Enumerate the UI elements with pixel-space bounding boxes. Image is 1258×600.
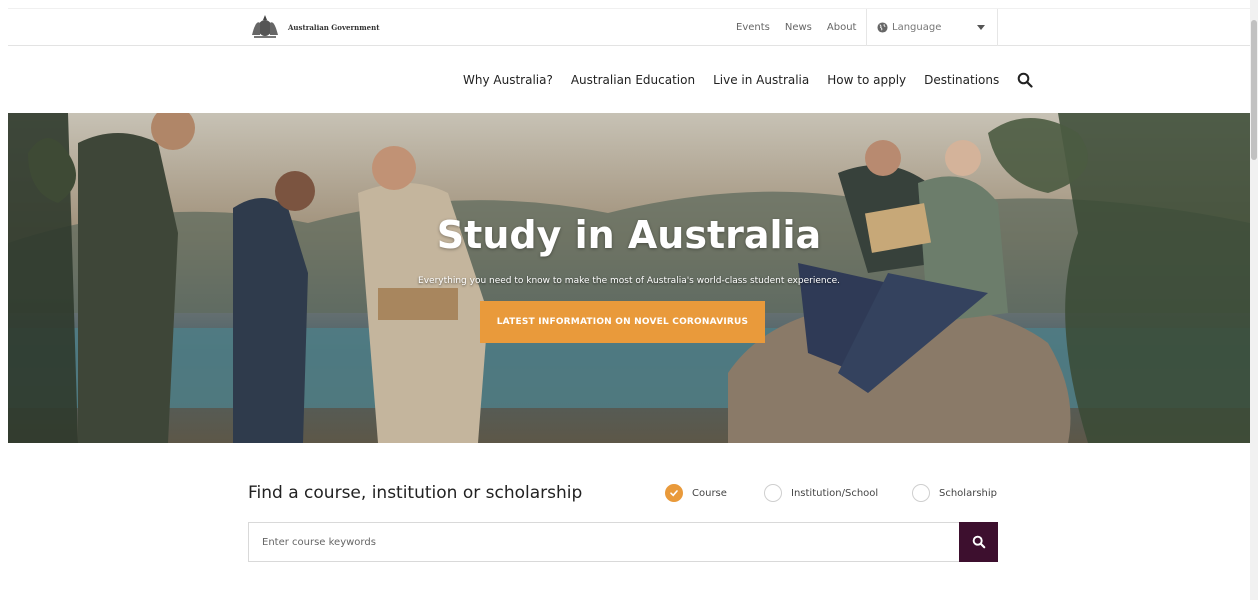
search-submit-button[interactable] bbox=[959, 522, 998, 562]
events-link[interactable]: Events bbox=[736, 22, 770, 33]
institution-radio[interactable]: Institution/School bbox=[764, 484, 878, 502]
check-icon bbox=[670, 490, 678, 497]
hero-subtitle: Everything you need to know to make the … bbox=[418, 276, 840, 286]
australian-government-logo[interactable]: Australian Government bbox=[248, 13, 379, 41]
radio-unchecked-indicator[interactable] bbox=[912, 484, 930, 502]
search-icon bbox=[972, 535, 985, 549]
hero-title: Study in Australia bbox=[436, 213, 822, 257]
chevron-down-icon bbox=[977, 25, 985, 30]
about-link[interactable]: About bbox=[827, 22, 857, 33]
course-radio-label: Course bbox=[692, 487, 727, 499]
main-navigation: Why Australia? Australian Education Live… bbox=[463, 72, 1033, 88]
nav-item-how-to-apply[interactable]: How to apply bbox=[827, 73, 906, 87]
globe-icon bbox=[877, 22, 888, 33]
coronavirus-info-button[interactable]: LATEST INFORMATION ON NOVEL CORONAVIRUS bbox=[480, 301, 765, 343]
institution-radio-label: Institution/School bbox=[791, 487, 879, 499]
nav-item-why-australia[interactable]: Why Australia? bbox=[463, 73, 553, 87]
utility-links: Events News About bbox=[736, 9, 856, 46]
course-radio[interactable]: Course bbox=[665, 484, 727, 502]
coat-of-arms-icon bbox=[252, 15, 278, 38]
news-link[interactable]: News bbox=[785, 22, 812, 33]
nav-item-destinations[interactable]: Destinations bbox=[924, 73, 999, 87]
nav-item-australian-education[interactable]: Australian Education bbox=[571, 73, 695, 87]
radio-checked-indicator[interactable] bbox=[665, 484, 683, 502]
utility-bar: Australian Government Events News About … bbox=[8, 8, 1250, 46]
government-name: Australian Government bbox=[288, 22, 380, 32]
scrollbar-thumb[interactable] bbox=[1251, 20, 1257, 160]
nav-item-live-in-australia[interactable]: Live in Australia bbox=[713, 73, 809, 87]
course-search-input[interactable] bbox=[248, 522, 959, 562]
scholarship-radio-label: Scholarship bbox=[939, 487, 997, 499]
radio-unchecked-indicator[interactable] bbox=[764, 484, 782, 502]
language-selector[interactable]: Language bbox=[866, 9, 998, 46]
finder-title: Find a course, institution or scholarshi… bbox=[248, 483, 583, 503]
search-icon[interactable] bbox=[1017, 72, 1033, 88]
scholarship-radio[interactable]: Scholarship bbox=[912, 484, 997, 502]
page-scrollbar[interactable] bbox=[1250, 0, 1258, 600]
hero-banner: Study in Australia Everything you need t… bbox=[8, 113, 1250, 443]
language-label: Language bbox=[892, 22, 942, 33]
